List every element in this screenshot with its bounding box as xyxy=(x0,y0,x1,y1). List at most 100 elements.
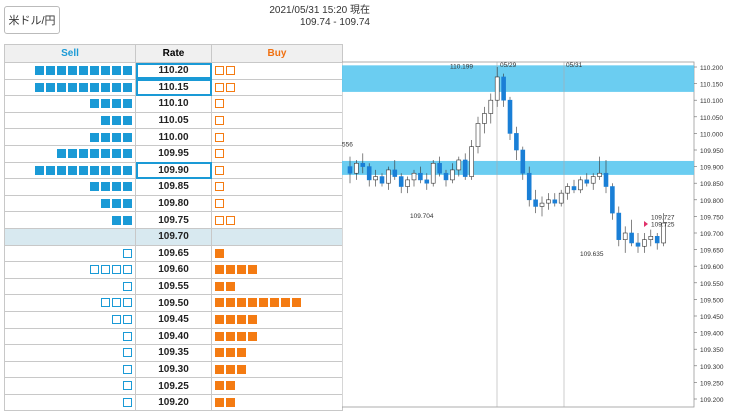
candle-body xyxy=(603,172,609,187)
chart-frame xyxy=(342,61,695,408)
candle-body xyxy=(437,162,442,174)
sell-volume-block xyxy=(101,265,110,275)
left-annotation: 556 xyxy=(342,142,353,149)
buy-volume-cell xyxy=(211,144,343,163)
candle-body xyxy=(475,123,481,147)
buy-volume-block xyxy=(270,298,279,308)
buy-volume-block xyxy=(215,331,224,341)
sell-volume-cell xyxy=(4,244,136,263)
y-axis-label: 109.900 xyxy=(700,165,724,172)
rate-cell[interactable]: 110.00 xyxy=(135,128,212,146)
y-axis-label: 109.800 xyxy=(700,198,724,205)
sell-volume-block xyxy=(35,82,44,92)
sell-volume-block xyxy=(112,182,121,192)
rate-cell[interactable]: 109.20 xyxy=(135,393,212,412)
candle-body xyxy=(360,162,366,167)
sell-volume-block xyxy=(123,198,132,208)
sell-volume-block xyxy=(112,265,121,275)
sell-volume-block xyxy=(112,115,121,125)
sell-volume-cell xyxy=(4,393,136,412)
rate-cell[interactable]: 109.50 xyxy=(135,294,212,312)
sell-volume-block xyxy=(123,381,132,391)
sell-volume-cell xyxy=(4,294,136,312)
buy-volume-block xyxy=(215,165,224,175)
candle-body xyxy=(648,236,654,240)
candle-body xyxy=(526,172,532,201)
rate-cell[interactable]: 109.60 xyxy=(135,261,212,279)
rate-cell[interactable]: 110.05 xyxy=(135,111,212,130)
y-axis-label: 109.300 xyxy=(700,364,724,371)
rate-cell[interactable]: 109.75 xyxy=(135,211,212,229)
sell-volume-block xyxy=(123,364,132,374)
rate-cell[interactable]: 109.30 xyxy=(135,360,212,379)
rate-cell[interactable]: 110.20 xyxy=(135,62,212,80)
buy-volume-block xyxy=(292,298,301,308)
order-book-row: 109.50 xyxy=(4,294,343,312)
sell-volume-block xyxy=(112,315,121,325)
candle-body xyxy=(507,99,513,134)
rate-cell[interactable]: 109.40 xyxy=(135,327,212,346)
sell-volume-block xyxy=(101,132,110,142)
buy-volume-block xyxy=(215,215,224,225)
sell-volume-cell xyxy=(4,95,136,113)
resistance-band xyxy=(342,65,694,92)
sell-volume-block xyxy=(79,82,88,92)
buy-volume-block xyxy=(215,66,224,76)
candle-body xyxy=(552,199,558,204)
order-book-row: 109.75 xyxy=(4,211,343,229)
candle-body xyxy=(450,169,455,181)
sell-volume-block xyxy=(123,215,132,225)
candle-body xyxy=(392,169,398,177)
buy-volume-block xyxy=(226,298,235,308)
candle-body xyxy=(418,172,423,181)
sell-volume-cell xyxy=(4,161,136,180)
rate-cell[interactable]: 109.55 xyxy=(135,277,212,296)
rate-cell[interactable]: 109.25 xyxy=(135,377,212,395)
currency-pair-button[interactable]: 米ドル/円 xyxy=(4,6,60,34)
sell-volume-block xyxy=(90,132,99,142)
order-book-row: 109.55 xyxy=(4,277,343,296)
candle-body xyxy=(558,192,564,204)
sell-volume-block xyxy=(68,66,77,76)
buy-volume-block xyxy=(215,248,224,258)
y-axis-label: 109.850 xyxy=(700,181,724,188)
sell-volume-block xyxy=(90,82,99,92)
rate-cell[interactable]: 110.10 xyxy=(135,95,212,113)
rate-cell[interactable]: 109.45 xyxy=(135,310,212,329)
sell-volume-block xyxy=(79,149,88,159)
sell-volume-cell xyxy=(4,78,136,97)
sell-volume-cell xyxy=(4,277,136,296)
bid-price-label: 109.725 xyxy=(651,221,675,228)
rate-cell[interactable]: 109.85 xyxy=(135,178,212,196)
candle-body xyxy=(584,179,590,184)
sell-volume-block xyxy=(68,165,77,175)
sell-volume-block xyxy=(101,298,110,308)
sell-column-header: Sell xyxy=(4,44,136,63)
rate-cell[interactable]: 109.35 xyxy=(135,344,212,362)
sell-volume-block xyxy=(123,398,132,408)
rate-cell[interactable]: 109.65 xyxy=(135,244,212,263)
rate-cell[interactable]: 110.15 xyxy=(135,78,212,97)
candlestick-chart: 05/29 05/31 110.200 110.150 110.100 110.050 11… xyxy=(342,61,724,408)
sell-volume-cell xyxy=(4,377,136,395)
buy-volume-block xyxy=(215,99,224,109)
order-book-row: 110.05 xyxy=(4,111,343,130)
sell-volume-block xyxy=(123,82,132,92)
rate-cell[interactable]: 109.90 xyxy=(135,161,212,180)
rate-cell[interactable]: 109.80 xyxy=(135,194,212,213)
rate-cell[interactable]: 109.95 xyxy=(135,144,212,163)
buy-volume-block xyxy=(215,381,224,391)
rate-cell[interactable]: 109.70 xyxy=(135,227,212,246)
y-axis-label: 110.050 xyxy=(700,115,723,122)
sell-volume-cell xyxy=(4,344,136,362)
candle-body xyxy=(373,176,378,181)
sell-volume-block xyxy=(101,66,110,76)
candle-body xyxy=(398,176,404,187)
sell-volume-block xyxy=(123,281,132,291)
candle-body xyxy=(456,159,462,171)
sell-volume-block xyxy=(101,82,110,92)
buy-volume-block xyxy=(215,82,224,92)
candle-body xyxy=(590,176,596,184)
buy-volume-block xyxy=(215,364,224,374)
buy-volume-block xyxy=(215,348,224,358)
